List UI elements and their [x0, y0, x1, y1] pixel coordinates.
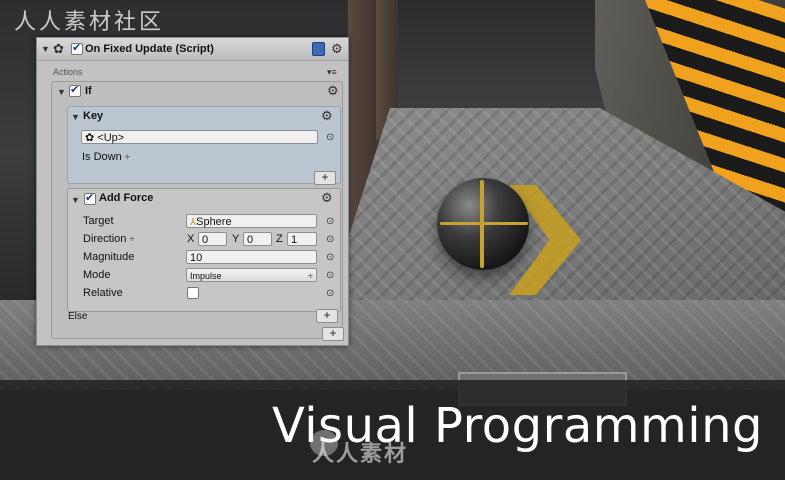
direction-x-field[interactable]: 0	[198, 232, 227, 246]
key-value: <Up>	[97, 132, 125, 144]
script-file-icon[interactable]	[312, 42, 325, 56]
key-gear-icon[interactable]: ⚙	[321, 109, 333, 122]
relative-checkbox[interactable]	[187, 287, 199, 299]
z-label: Z	[276, 233, 283, 245]
direction-z-field[interactable]: 1	[287, 232, 317, 246]
target-value: Sphere	[196, 216, 232, 228]
watermark-text: 人人素材社区	[14, 10, 165, 35]
add-force-title: Add Force	[99, 192, 154, 204]
dropdown-arrow-icon: ÷	[124, 152, 130, 162]
key-block	[67, 106, 341, 184]
magnitude-label: Magnitude	[83, 251, 135, 263]
relative-picker-icon[interactable]: ⊙	[326, 288, 334, 299]
background-structure	[380, 0, 610, 110]
if-gear-icon[interactable]: ⚙	[327, 84, 339, 97]
direction-label: Direction ÷	[83, 233, 134, 245]
condition-value: Is Down	[82, 151, 122, 163]
inspector-panel: ▼ ✿ On Fixed Update (Script) ⚙ Actions ▾…	[36, 37, 349, 346]
direction-label-text: Direction	[83, 233, 127, 245]
mode-picker-icon[interactable]: ⊙	[326, 270, 334, 281]
add-action-button[interactable]: +	[316, 309, 338, 323]
key-icon: ✿	[85, 132, 98, 144]
if-title: If	[85, 85, 92, 97]
else-label: Else	[68, 311, 88, 322]
target-label: Target	[83, 215, 114, 227]
y-label: Y	[232, 233, 240, 245]
fold-triangle-icon[interactable]: ▼	[71, 195, 80, 205]
key-target-icon[interactable]: ⊙	[326, 132, 334, 143]
fold-triangle-icon[interactable]: ▼	[71, 112, 80, 122]
key-title: Key	[83, 110, 104, 122]
x-label: X	[187, 233, 195, 245]
mode-label: Mode	[83, 269, 111, 281]
fold-triangle-icon[interactable]: ▼	[41, 44, 50, 54]
caption-title: Visual Programming	[271, 398, 763, 454]
direction-y-field[interactable]: 0	[243, 232, 272, 246]
add-condition-button[interactable]: +	[314, 171, 336, 185]
fold-triangle-icon[interactable]: ▼	[57, 87, 66, 97]
component-title: On Fixed Update (Script)	[85, 43, 214, 55]
add-top-action-button[interactable]: +	[322, 327, 344, 341]
target-picker-icon[interactable]: ⊙	[326, 216, 334, 227]
if-enabled-checkbox[interactable]	[69, 83, 81, 97]
mode-value: Impulse	[190, 271, 222, 281]
direction-picker-icon[interactable]: ⊙	[326, 234, 334, 245]
settings-gear-icon[interactable]: ⚙	[331, 42, 343, 55]
add-force-enabled-checkbox[interactable]	[84, 191, 96, 205]
condition-dropdown[interactable]: Is Down ÷	[82, 151, 130, 163]
relative-label: Relative	[83, 287, 123, 299]
magnitude-field[interactable]: 10	[186, 250, 317, 264]
mode-dropdown[interactable]: Impulse ÷	[186, 268, 317, 282]
dropdown-arrow-icon: ÷	[308, 271, 313, 281]
target-field[interactable]: ⅄Sphere	[186, 214, 317, 228]
sphere-stripe	[440, 222, 528, 225]
component-enabled-checkbox[interactable]	[71, 41, 83, 55]
key-field[interactable]: ✿ <Up>	[81, 130, 318, 144]
script-gear-icon: ✿	[53, 41, 64, 56]
direction-mode-arrow-icon[interactable]: ÷	[129, 234, 134, 244]
add-force-gear-icon[interactable]: ⚙	[321, 191, 333, 204]
actions-label: Actions	[53, 67, 83, 77]
magnitude-picker-icon[interactable]: ⊙	[326, 252, 334, 263]
actions-menu-icon[interactable]: ▾≡	[327, 67, 337, 78]
component-header[interactable]: ▼ ✿ On Fixed Update (Script) ⚙	[37, 38, 348, 61]
